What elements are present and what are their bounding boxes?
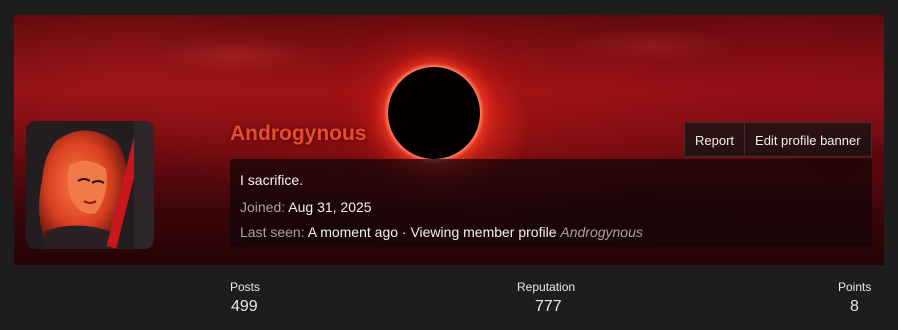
reputation-label: Reputation [517,280,576,294]
last-seen-target-link[interactable]: Androgynous [560,224,643,240]
last-seen-value: A moment ago · Viewing member profile [307,224,557,240]
points-label: Points [838,280,872,294]
last-seen-row: Last seen: A moment ago · Viewing member… [240,224,643,240]
joined-date: Aug 31, 2025 [288,199,372,215]
avatar[interactable] [26,121,154,249]
eclipse-graphic [388,67,480,159]
joined-row: Joined: Aug 31, 2025 [240,199,372,215]
profile-info-panel: I sacrifice. Joined: Aug 31, 2025 Last s… [230,159,872,247]
posts-label: Posts [230,280,261,294]
custom-status: I sacrifice. [240,172,304,188]
points-count[interactable]: 8 [850,298,859,316]
reputation-count[interactable]: 777 [535,298,562,316]
profile-username: Androgynous [230,122,367,145]
edit-profile-banner-button[interactable]: Edit profile banner [745,122,872,157]
avatar-illustration [26,121,154,249]
last-seen-label: Last seen: [240,224,305,240]
joined-label: Joined: [240,199,286,215]
posts-count[interactable]: 499 [231,298,258,316]
report-button[interactable]: Report [684,122,746,157]
profile-actions: Report Edit profile banner [684,122,872,157]
